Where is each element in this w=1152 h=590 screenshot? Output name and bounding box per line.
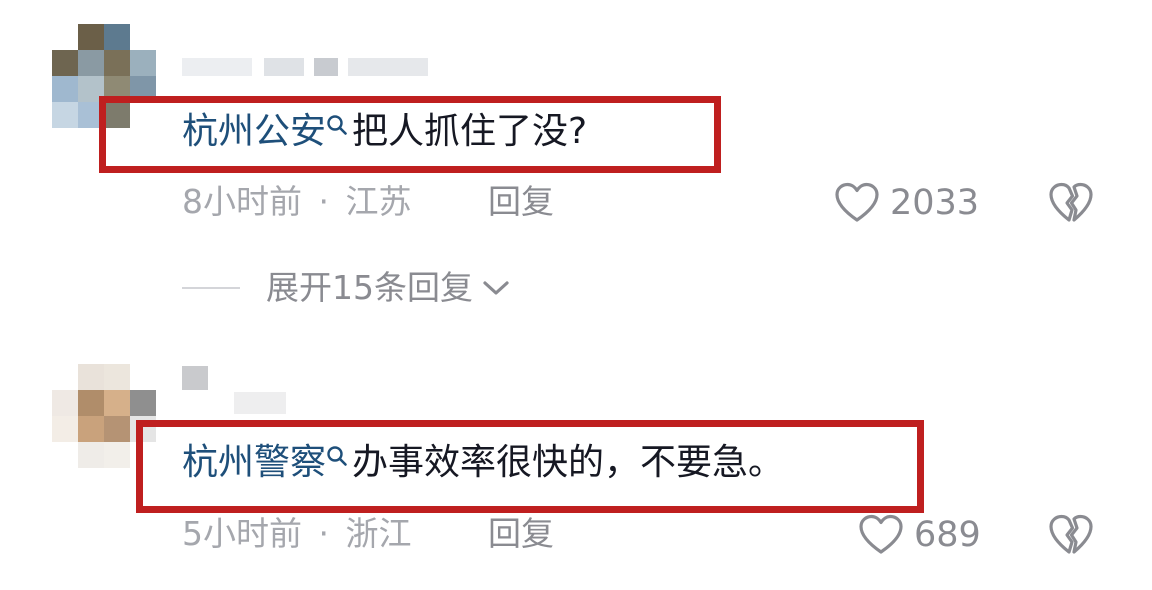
meta-separator: · [318, 514, 330, 553]
broken-heart-icon [1049, 514, 1093, 554]
expand-replies-label: 展开15条回复 [266, 268, 473, 307]
mention-link[interactable]: 杭州公安 [182, 111, 326, 152]
comment-body: 把人抓住了没? [352, 111, 588, 152]
mention-link[interactable]: 杭州警察 [182, 442, 326, 483]
heart-icon [859, 514, 903, 554]
like-count: 689 [914, 515, 981, 555]
comment-time: 5小时前 [182, 514, 302, 553]
reply-button[interactable]: 回复 [488, 182, 554, 222]
divider-line [182, 287, 240, 289]
broken-heart-icon [1049, 182, 1093, 222]
meta-separator: · [318, 182, 330, 221]
comment-location: 浙江 [345, 514, 412, 553]
dislike-button[interactable] [1048, 182, 1094, 228]
comment-meta: 8小时前 · 江苏 [182, 182, 412, 222]
comment-body: 办事效率很快的，不要急。 [352, 442, 785, 483]
reply-button[interactable]: 回复 [488, 514, 554, 554]
comment-text: 杭州公安 把人抓住了没? [182, 112, 587, 152]
search-icon [326, 445, 348, 473]
comment-meta: 5小时前 · 浙江 [182, 514, 412, 554]
like-button[interactable]: 689 [858, 514, 981, 556]
heart-icon [835, 182, 879, 222]
comment-time: 8小时前 [182, 182, 302, 221]
search-icon [326, 114, 348, 142]
comment-location: 江苏 [345, 182, 412, 221]
expand-replies-button[interactable]: 展开15条回复 [182, 268, 511, 308]
like-button[interactable]: 2033 [834, 182, 979, 224]
dislike-button[interactable] [1048, 514, 1094, 560]
like-count: 2033 [890, 183, 980, 223]
chevron-down-icon [483, 281, 509, 295]
comment-text: 杭州警察 办事效率很快的，不要急。 [182, 443, 784, 483]
